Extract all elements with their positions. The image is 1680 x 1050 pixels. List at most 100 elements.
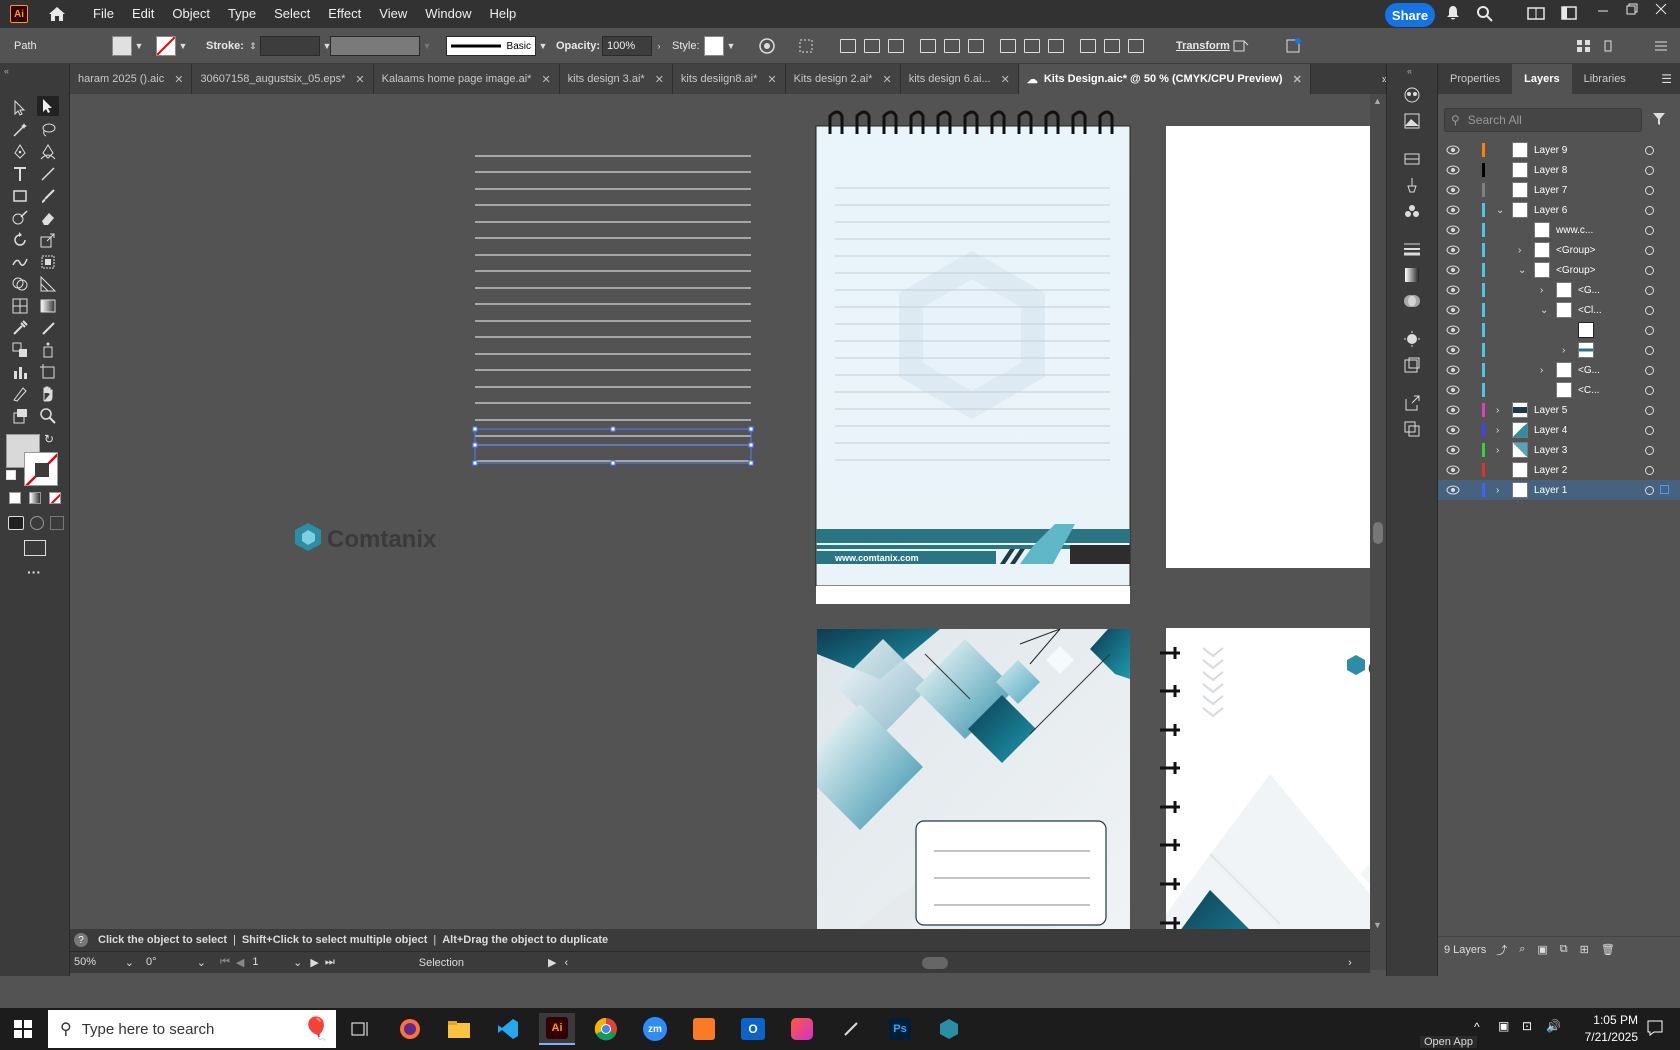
stroke-weight-field[interactable] (260, 36, 320, 56)
tab-document[interactable]: Kits design 2.ai* ✕ (785, 64, 901, 94)
layers-search-input[interactable]: ⚲ Search All (1444, 108, 1642, 132)
target-icon[interactable] (1645, 485, 1654, 495)
scrollbar-thumb[interactable] (1373, 522, 1383, 544)
close-icon[interactable]: ✕ (1293, 73, 1302, 86)
notebook-page-front[interactable] (815, 110, 1131, 604)
magic-wand-icon[interactable] (9, 120, 31, 140)
gradient-tool-icon[interactable] (37, 296, 59, 316)
menu-window[interactable]: Window (416, 0, 480, 28)
close-icon[interactable]: ✕ (1001, 73, 1010, 86)
workspace-icon[interactable] (1561, 5, 1579, 23)
eye-icon[interactable] (1446, 225, 1460, 235)
chevron-down-icon[interactable]: ⌄ (1496, 205, 1504, 216)
variable-width-profile[interactable]: ▼ (330, 28, 434, 64)
target-icon[interactable] (1645, 225, 1654, 235)
zoom-app-icon[interactable]: zm (637, 1013, 673, 1045)
gradient-panel-icon[interactable] (1401, 264, 1423, 286)
chevron-right-icon[interactable]: › (1562, 345, 1565, 356)
distribute-hcenter-icon[interactable] (1104, 39, 1120, 53)
eye-icon[interactable] (1446, 185, 1460, 195)
scroll-up-icon[interactable]: ▲ (1373, 96, 1382, 106)
selection-tool-icon[interactable] (9, 98, 31, 118)
target-icon[interactable] (1645, 205, 1654, 215)
direct-selection-tool-icon[interactable] (37, 96, 59, 116)
transform-options-icon[interactable] (1232, 28, 1250, 64)
opacity-label[interactable]: Opacity: (556, 28, 600, 64)
volume-icon[interactable]: 🔊 (1546, 1019, 1561, 1033)
curvature-tool-icon[interactable] (37, 142, 59, 162)
layer-row[interactable] (1438, 320, 1680, 340)
last-artboard-icon[interactable]: ⏭ (325, 956, 335, 969)
eye-icon[interactable] (1446, 425, 1460, 435)
eye-icon[interactable] (1446, 245, 1460, 255)
filter-icon[interactable] (1652, 112, 1666, 129)
make-clipping-mask-icon[interactable]: ▣ (1537, 943, 1547, 956)
export-icon[interactable] (1401, 354, 1423, 376)
panel-menu-icon[interactable] (1654, 28, 1668, 64)
artboard-dropdown[interactable]: 1 ⌄ (252, 956, 302, 969)
close-icon[interactable]: ✕ (541, 73, 550, 86)
shape-builder-icon[interactable] (9, 274, 31, 294)
restore-icon[interactable] (1625, 2, 1643, 20)
chrome-icon[interactable] (588, 1013, 624, 1045)
eye-icon[interactable] (1446, 465, 1460, 475)
brushes-icon[interactable] (1401, 174, 1423, 196)
menu-view[interactable]: View (370, 0, 416, 28)
distribute-vcenter-icon[interactable] (1024, 39, 1040, 53)
eye-icon[interactable] (1446, 385, 1460, 395)
layer-row[interactable]: ⌄ <Group> (1438, 260, 1680, 280)
menu-edit[interactable]: Edit (123, 0, 163, 28)
layer-row[interactable]: › <G... (1438, 280, 1680, 300)
chevron-down-icon[interactable]: ▼ (176, 36, 190, 56)
selection-bounding-box[interactable] (472, 426, 754, 466)
fill-swatch[interactable]: ▼ (112, 28, 146, 64)
chevron-right-icon[interactable]: › (1540, 365, 1543, 376)
target-icon[interactable] (1645, 445, 1654, 455)
horizontal-scrollbar-thumb[interactable] (922, 956, 949, 969)
paintbrush-icon[interactable] (37, 186, 59, 206)
layer-row-selected[interactable]: › Layer 1 (1438, 480, 1680, 500)
scale-tool-icon[interactable] (37, 230, 59, 250)
gradient-mode-icon[interactable] (29, 492, 41, 504)
align-left-icon[interactable] (840, 39, 856, 53)
zoom-dropdown[interactable]: 50% ⌄ (74, 956, 134, 969)
taskbar-clock[interactable]: 1:05 PM 7/21/2025 (1566, 1012, 1638, 1046)
scroll-right-icon[interactable]: › (1348, 957, 1352, 969)
target-icon[interactable] (1645, 425, 1654, 435)
tab-properties[interactable]: Properties (1438, 64, 1512, 94)
file-explorer-icon[interactable] (441, 1013, 477, 1045)
column-graph-icon[interactable] (9, 362, 31, 382)
ruled-lines-group[interactable] (475, 155, 751, 462)
creative-cloud-icon[interactable] (784, 1013, 820, 1045)
shaper-tool-icon[interactable] (9, 208, 31, 228)
network-icon[interactable]: ⊡ (1522, 1019, 1532, 1033)
layer-row[interactable]: ⌄ <Cl... (1438, 300, 1680, 320)
target-icon[interactable] (1645, 345, 1654, 355)
layer-row[interactable]: › (1438, 340, 1680, 360)
layer-row[interactable]: › Layer 5 (1438, 400, 1680, 420)
align-horizontal-center-icon[interactable] (864, 39, 880, 53)
target-icon[interactable] (1645, 305, 1654, 315)
target-icon[interactable] (1645, 285, 1654, 295)
chevron-right-icon[interactable]: › (1496, 445, 1499, 456)
target-icon[interactable] (1645, 185, 1654, 195)
chevron-down-icon[interactable]: ⌄ (1540, 305, 1548, 316)
distribute-top-icon[interactable] (1000, 39, 1016, 53)
tab-document[interactable]: Kalaams home page image.ai* ✕ (373, 64, 560, 94)
tab-layers[interactable]: Layers (1512, 64, 1572, 94)
taskbar-search-input[interactable]: ⚲ Type here to search 🎈 (48, 1010, 336, 1048)
align-right-icon[interactable] (888, 39, 904, 53)
delete-layer-icon[interactable]: 🗑 (1601, 943, 1615, 956)
windows-start-icon[interactable] (14, 1020, 32, 1041)
artboard-tool-icon[interactable] (37, 362, 59, 382)
target-icon[interactable] (1645, 385, 1654, 395)
first-artboard-icon[interactable]: ⏮ (220, 956, 230, 969)
tab-document-active[interactable]: ☁ Kits Design.aic* @ 50 % (CMYK/CPU Previ… (1018, 64, 1311, 94)
free-transform-icon[interactable] (37, 252, 59, 272)
menu-help[interactable]: Help (480, 0, 525, 28)
notebook-cover-design[interactable] (817, 628, 1130, 970)
measure-icon[interactable] (37, 318, 59, 338)
recolor-icon[interactable] (758, 28, 776, 64)
xampp-icon[interactable] (686, 1013, 722, 1045)
panel-options-icon[interactable] (1603, 28, 1619, 64)
